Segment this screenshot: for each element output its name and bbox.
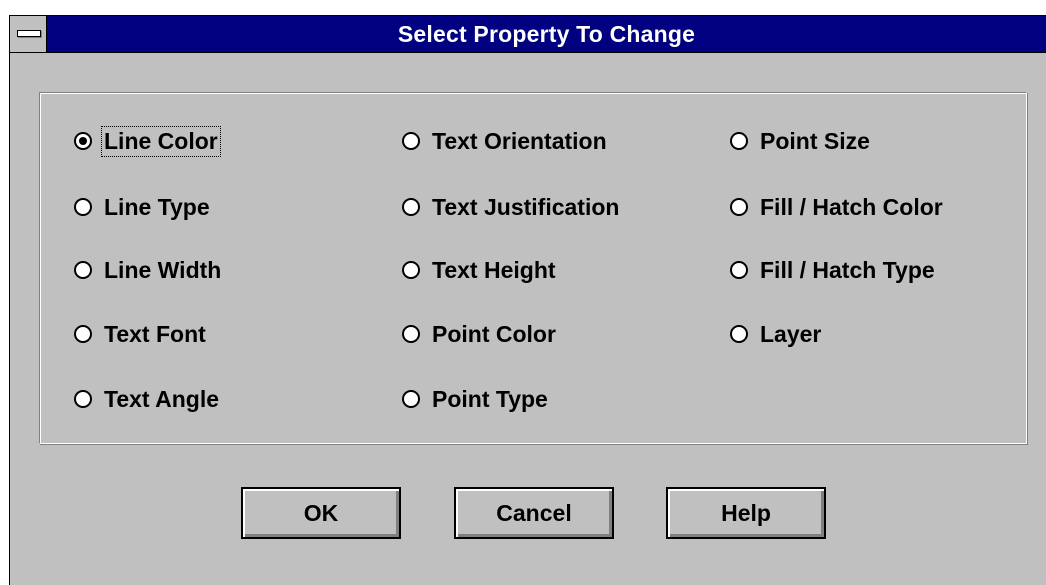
radio-label: Text Font (104, 320, 206, 347)
radio-text-orientation[interactable]: Text Orientation (402, 125, 609, 157)
radio-label: Text Justification (432, 193, 620, 220)
radio-point-color[interactable]: Point Color (402, 318, 558, 350)
radio-button-icon (74, 132, 92, 150)
property-options-group: Line Color Line Type Line Width Text Fon… (39, 92, 1027, 444)
help-button[interactable]: Help (666, 487, 826, 539)
radio-button-icon (402, 261, 420, 279)
radio-label: Fill / Hatch Type (760, 256, 935, 283)
radio-label: Fill / Hatch Color (760, 193, 943, 220)
radio-line-color[interactable]: Line Color (74, 125, 221, 157)
radio-button-icon (730, 198, 748, 216)
system-menu-button[interactable] (10, 16, 47, 52)
radio-label: Point Color (432, 320, 556, 347)
radio-button-icon (730, 261, 748, 279)
radio-point-size[interactable]: Point Size (730, 125, 872, 157)
select-property-dialog: Select Property To Change Line Color Lin… (9, 15, 1046, 585)
radio-button-icon (730, 325, 748, 343)
radio-text-height[interactable]: Text Height (402, 254, 558, 286)
radio-label: Point Type (432, 385, 548, 412)
radio-label: Layer (760, 320, 822, 347)
radio-button-icon (74, 261, 92, 279)
radio-button-icon (74, 198, 92, 216)
dialog-title: Select Property To Change (397, 21, 696, 47)
radio-label: Line Color (101, 125, 221, 157)
radio-fill-hatch-color[interactable]: Fill / Hatch Color (730, 191, 945, 223)
radio-label: Text Height (432, 256, 556, 283)
radio-label: Text Angle (104, 385, 220, 412)
system-menu-icon (17, 30, 41, 37)
radio-label: Text Orientation (432, 127, 607, 154)
radio-button-icon (402, 132, 420, 150)
radio-label: Point Size (760, 127, 870, 154)
radio-button-icon (730, 132, 748, 150)
radio-point-type[interactable]: Point Type (402, 383, 550, 415)
cancel-button[interactable]: Cancel (454, 487, 614, 539)
radio-text-justification[interactable]: Text Justification (402, 191, 621, 223)
radio-label: Line Width (104, 256, 222, 283)
radio-fill-hatch-type[interactable]: Fill / Hatch Type (730, 254, 937, 286)
radio-line-type[interactable]: Line Type (74, 191, 212, 223)
radio-label: Line Type (104, 193, 210, 220)
radio-text-font[interactable]: Text Font (74, 318, 208, 350)
radio-line-width[interactable]: Line Width (74, 254, 223, 286)
radio-text-angle[interactable]: Text Angle (74, 383, 221, 415)
title-bar: Select Property To Change (10, 16, 1046, 53)
radio-button-icon (402, 390, 420, 408)
radio-button-icon (74, 390, 92, 408)
radio-button-icon (74, 325, 92, 343)
ok-button[interactable]: OK (241, 487, 401, 539)
radio-button-icon (402, 198, 420, 216)
radio-button-icon (402, 325, 420, 343)
radio-layer[interactable]: Layer (730, 318, 823, 350)
